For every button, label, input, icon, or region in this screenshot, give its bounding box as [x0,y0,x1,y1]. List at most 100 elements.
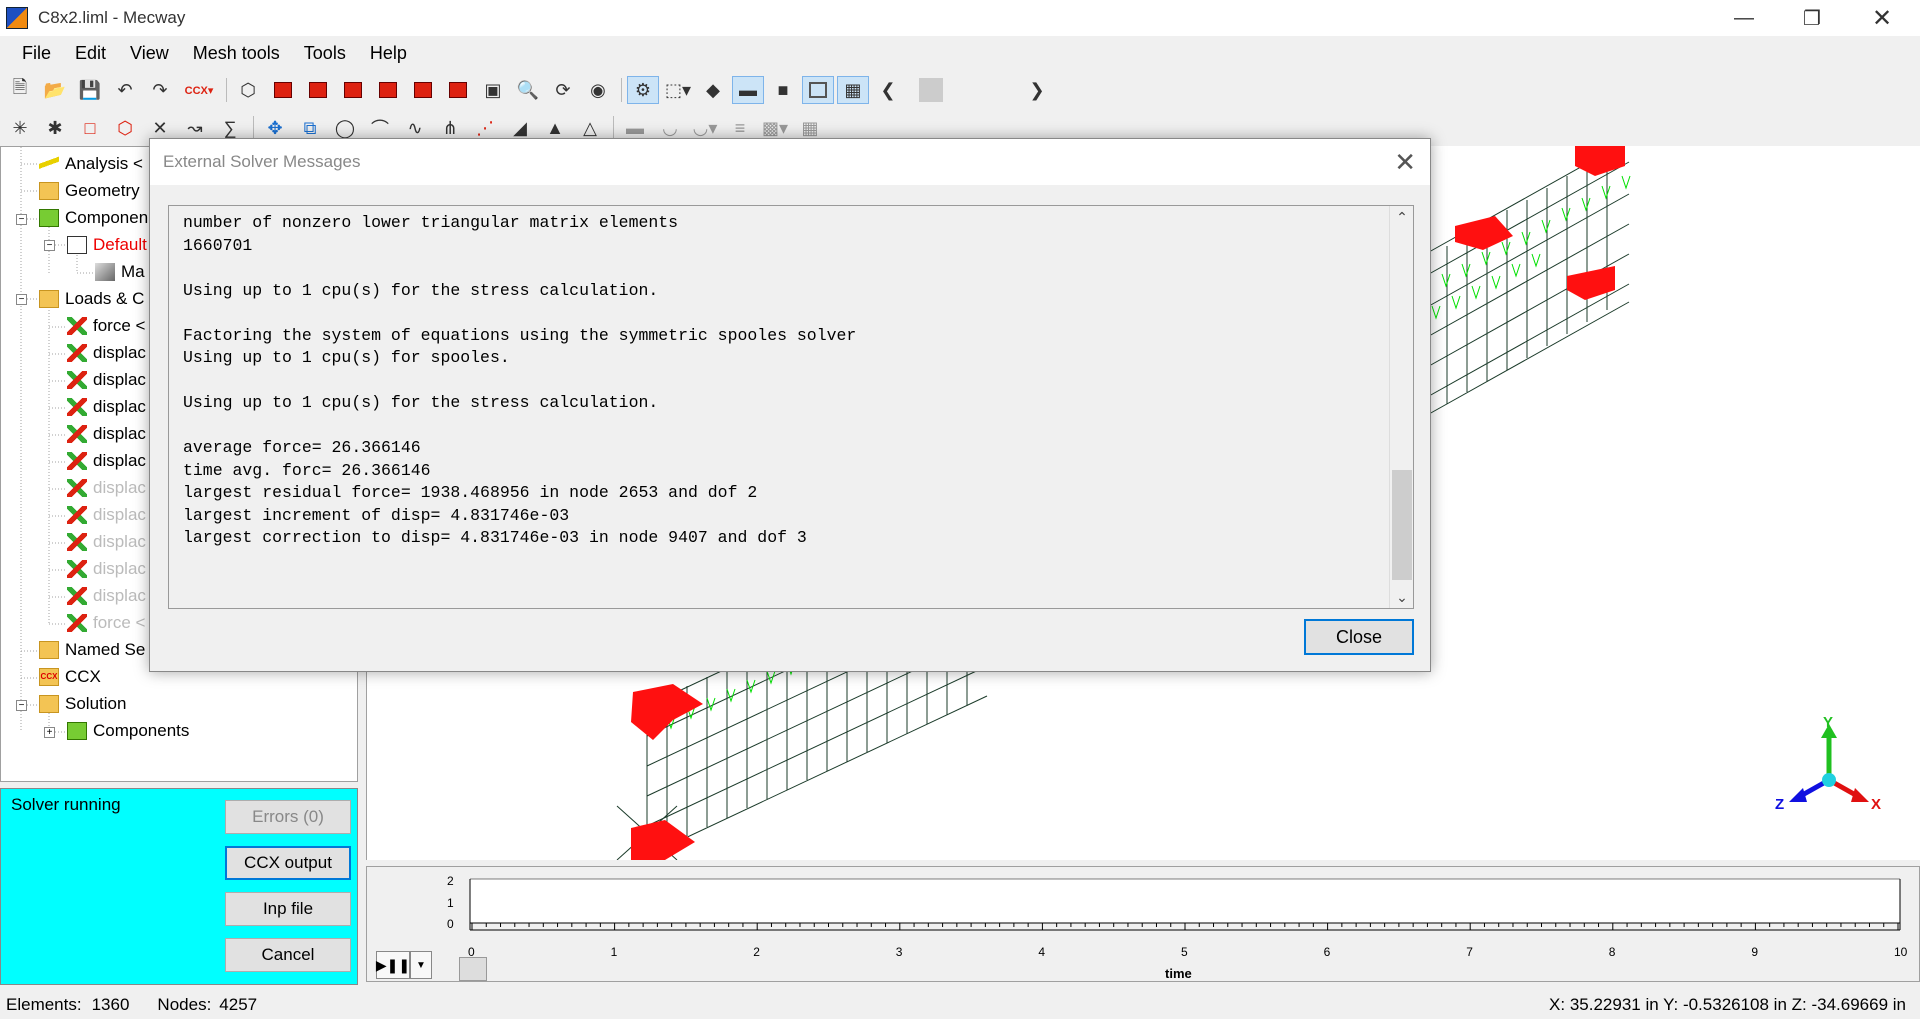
axis-x-label: X [1871,796,1882,813]
view-top-icon[interactable] [407,76,439,104]
tree-item-displacement-6[interactable]: displac [67,475,146,501]
tree-collapse-loads[interactable]: − [16,294,27,305]
tree-item-loads[interactable]: Loads & C [39,286,144,312]
tree-item-displacement-8[interactable]: displac [67,529,146,555]
tree-item-displacement-5[interactable]: displac [67,448,146,474]
play-options-dropdown[interactable]: ▼ [410,951,432,979]
tree-item-material[interactable]: Ma [95,259,145,285]
close-window-button[interactable]: ✕ [1852,0,1912,36]
inp-file-button[interactable]: Inp file [225,892,351,926]
tree-collapse-solution[interactable]: − [16,700,27,711]
tree-item-displacement-7[interactable]: displac [67,502,146,528]
tree-item-displacement-3[interactable]: displac [67,394,146,420]
tree-item-displacement-9[interactable]: displac [67,556,146,582]
shaded-view-icon[interactable]: ▬ [732,76,764,104]
view-back-icon[interactable] [302,76,334,104]
wireframe-solid-icon[interactable]: ◆ [697,76,729,104]
menu-mesh-tools[interactable]: Mesh tools [181,43,292,64]
undo-icon[interactable]: ↶ [109,76,141,104]
isometric-view-icon[interactable]: ⬡ [232,76,264,104]
tree-item-components[interactable]: Componen [39,205,148,231]
view-front-icon[interactable] [267,76,299,104]
message-line: average force= 26.366146 [183,438,421,457]
tree-item-label: displac [93,343,146,362]
tree-item-ccx[interactable]: CCX CCX [39,664,101,690]
save-icon[interactable]: 💾 [74,76,106,104]
messages-scrollbar[interactable]: ⌃ ⌄ [1389,206,1413,608]
view-bottom-icon[interactable] [442,76,474,104]
select-faces-icon[interactable]: □ [74,114,106,142]
displacement-arrow-icon [67,587,87,605]
tree-item-label: displac [93,559,146,578]
geometry-folder-icon [39,182,59,200]
zoom-icon[interactable]: 🔍 [512,76,544,104]
tree-item-displacement-2[interactable]: displac [67,367,146,393]
solid-view-icon[interactable]: ■ [767,76,799,104]
loads-folder-icon [39,290,59,308]
message-line: largest residual force= 1938.468956 in n… [183,483,758,502]
message-line: 1660701 [183,235,253,255]
time-axis [469,878,1901,931]
menu-view[interactable]: View [118,43,181,64]
view-right-icon[interactable] [372,76,404,104]
view-left-icon[interactable] [337,76,369,104]
dialog-close-icon[interactable]: ✕ [1394,147,1416,178]
zoom-fit-icon[interactable]: ◉ [582,76,614,104]
tree-item-displacement-4[interactable]: displac [67,421,146,447]
menu-file[interactable]: File [0,43,63,64]
solver-messages-textbox[interactable]: number of nonzero lower triangular matri… [168,205,1414,609]
toolbar-separator [613,116,615,140]
select-mode-icon[interactable]: ⬚▾ [662,76,694,104]
axis-y-label: Y [1823,714,1834,731]
tree-item-solution[interactable]: Solution [39,691,126,717]
tree-collapse-components[interactable]: − [16,214,27,225]
show-loads-icon[interactable]: ⚙ [627,76,659,104]
select-all-icon[interactable]: ✱ [39,114,71,142]
minimize-button[interactable]: — [1714,0,1774,36]
wireframe-view-icon[interactable] [802,76,834,104]
tree-item-named-selections[interactable]: Named Se [39,637,145,663]
tree-item-analysis[interactable]: Analysis < [39,151,143,177]
tree-item-force-2[interactable]: force < [67,610,145,636]
tree-item-geometry[interactable]: Geometry [39,178,140,204]
tree-item-displacement-10[interactable]: displac [67,583,146,609]
rotate-icon[interactable]: ⟳ [547,76,579,104]
time-step-box[interactable] [459,957,487,981]
restore-button[interactable]: ❐ [1782,0,1842,36]
toolbar-scroll[interactable] [911,78,1021,102]
x-tick-label: 3 [895,945,903,959]
select-nodes-icon[interactable]: ✳ [4,114,36,142]
open-folder-icon[interactable]: 📂 [39,76,71,104]
displacement-arrow-icon [67,452,87,470]
menu-tools[interactable]: Tools [292,43,358,64]
menu-help[interactable]: Help [358,43,419,64]
tree-item-default-component[interactable]: Default [67,232,147,258]
menu-edit[interactable]: Edit [63,43,118,64]
title-bar: C8x2.liml - Mecway — ❐ ✕ [0,0,1920,36]
time-axis-label: time [1165,966,1192,981]
new-file-icon[interactable]: 🗎 [4,76,36,104]
select-elements-icon[interactable]: ⬡ [109,114,141,142]
tree-item-displacement-1[interactable]: displac [67,340,146,366]
ccx-output-button[interactable]: CCX output [225,846,351,880]
mesh-view-icon[interactable]: ▦ [837,76,869,104]
close-button[interactable]: Close [1304,619,1414,655]
redo-icon[interactable]: ↷ [144,76,176,104]
scroll-down-icon[interactable]: ⌄ [1390,586,1414,608]
zoom-box-icon[interactable]: ▣ [477,76,509,104]
play-pause-button[interactable]: ▶❚❚ [376,951,410,979]
solve-ccx-icon[interactable]: CCX▾ [179,76,219,104]
tree-item-force-1[interactable]: force < [67,313,145,339]
scroll-right-icon[interactable]: ❯ [1021,76,1053,104]
cancel-solver-button[interactable]: Cancel [225,938,351,972]
time-plot[interactable]: 2 1 0 0 1 2 3 4 5 6 7 8 9 10 time ▶❚❚ ▼ [366,866,1920,982]
message-line [183,257,1363,280]
tree-item-solution-components[interactable]: Components [67,718,189,744]
tree-expand-solution-components[interactable]: + [44,727,55,738]
scroll-up-icon[interactable]: ⌃ [1390,206,1414,228]
tree-collapse-default[interactable]: − [44,240,55,251]
mecway-window: C8x2.liml - Mecway — ❐ ✕ File Edit View … [0,0,1920,1019]
errors-button[interactable]: Errors (0) [225,800,351,834]
scrollbar-thumb[interactable] [1392,470,1412,580]
scroll-left-icon[interactable]: ❮ [872,76,904,104]
